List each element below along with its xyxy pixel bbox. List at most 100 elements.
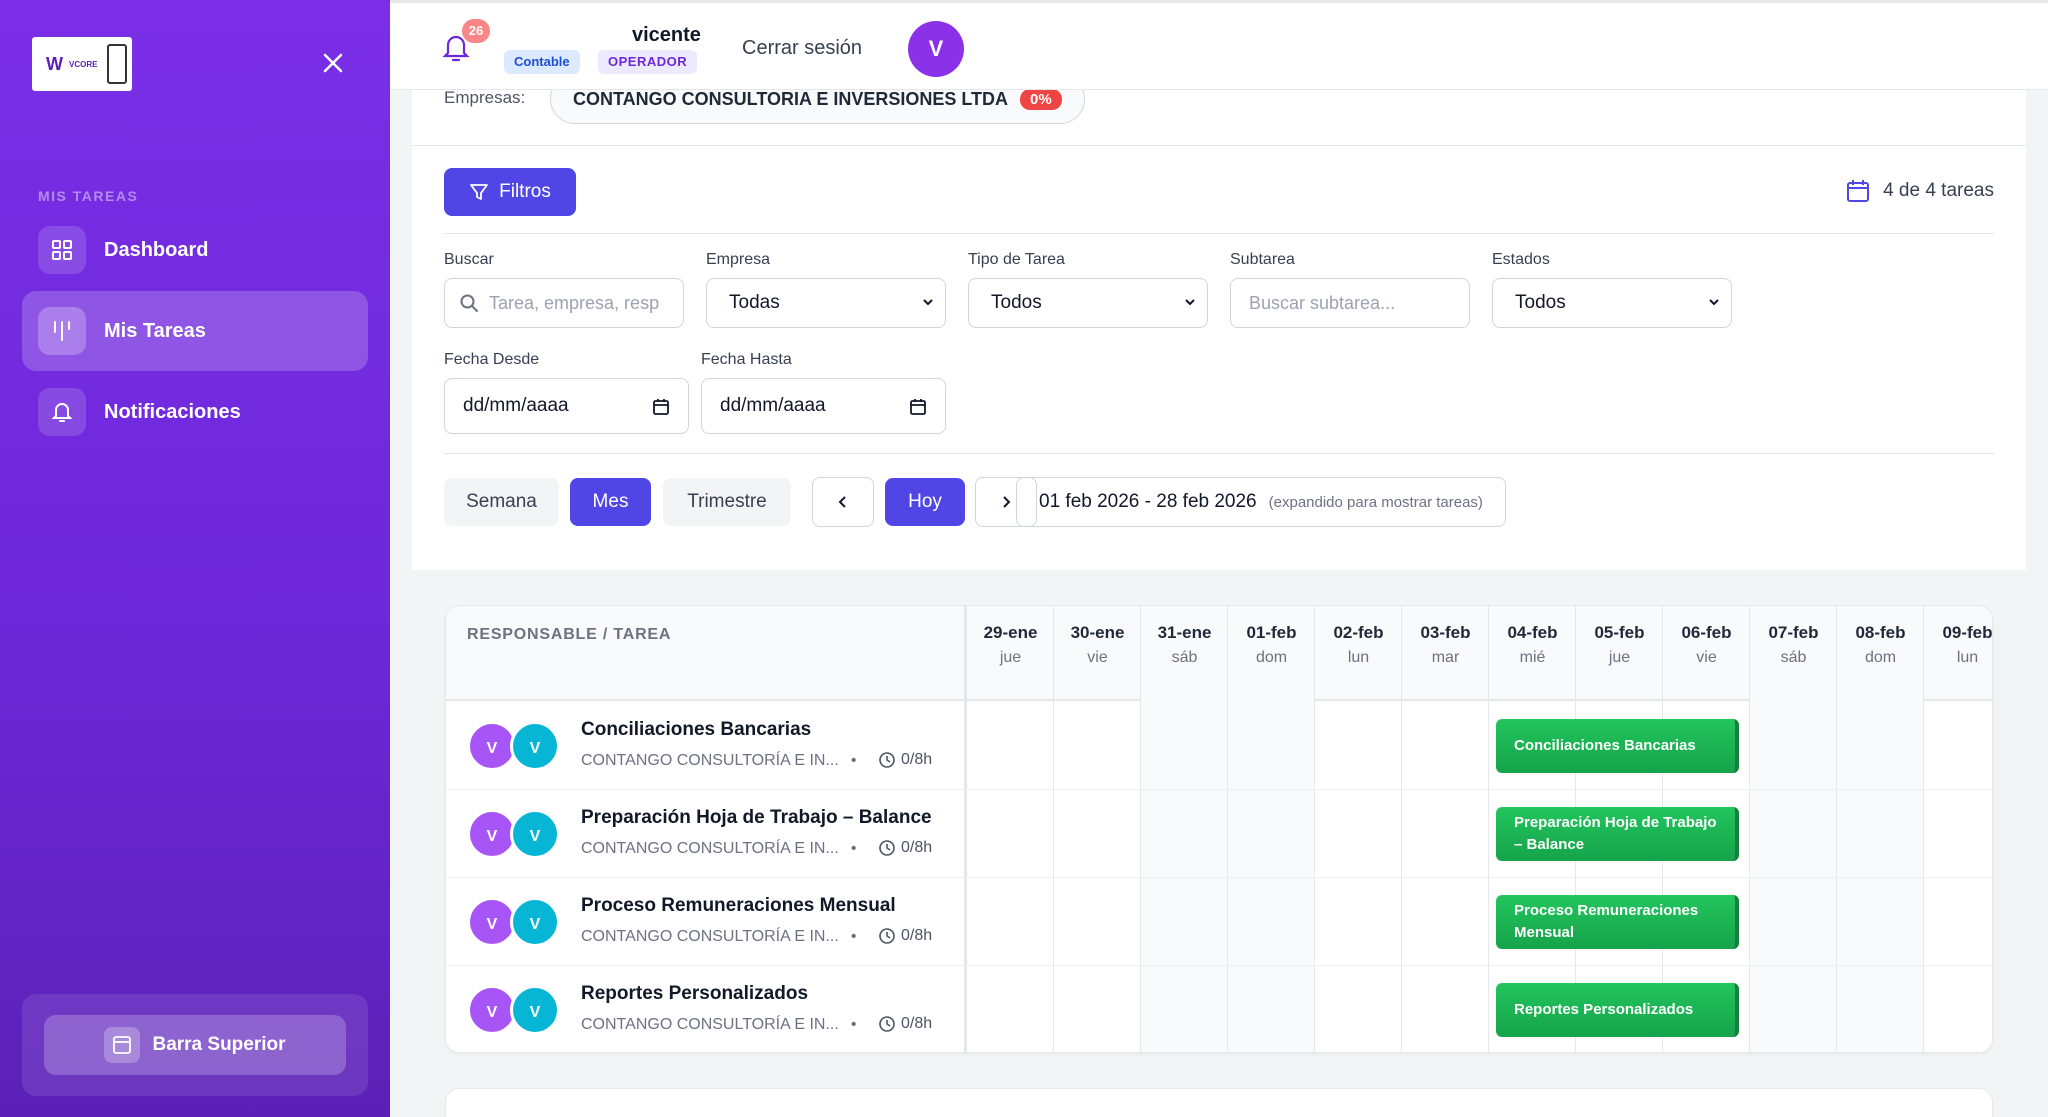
gantt-row[interactable]: V V Conciliaciones Bancarias CONTANGO CONSU… — [446, 702, 1992, 790]
task-company: CONTANGO CONSULTORÍA E IN... — [581, 752, 839, 769]
day-weekday: mar — [1431, 649, 1460, 666]
day-date: 05-feb — [1594, 623, 1645, 642]
estados-select[interactable]: Todos — [1492, 278, 1732, 328]
task-bar[interactable]: Preparación Hoja de Trabajo – Balance — [1496, 807, 1739, 861]
divider — [444, 233, 1994, 234]
calendar-icon[interactable] — [652, 398, 670, 416]
task-bar[interactable]: Proceso Remuneraciones Mensual — [1496, 895, 1739, 949]
today-button[interactable]: Hoy — [885, 478, 965, 526]
hours-value: 0/8h — [901, 751, 933, 768]
day-weekday: sáb — [1780, 649, 1807, 666]
date-range-display: 01 feb 2026 - 28 feb 2026 (expandido par… — [1016, 477, 1506, 527]
search-icon — [460, 294, 478, 312]
reviewer-avatar: V — [510, 721, 560, 771]
task-hours: 0/8h — [878, 1015, 932, 1033]
fecha-desde-input[interactable]: dd/mm/aaaa — [444, 378, 689, 434]
task-bar[interactable]: Reportes Personalizados — [1496, 983, 1739, 1037]
close-icon — [323, 53, 343, 73]
tab-semana[interactable]: Semana — [444, 478, 559, 526]
hours-value: 0/8h — [901, 839, 933, 856]
gantt-header-title: RESPONSABLE / TAREA — [467, 626, 672, 643]
subtarea-input[interactable]: Buscar subtarea... — [1230, 278, 1470, 328]
tipo-tarea-select[interactable]: Todos — [968, 278, 1208, 328]
logo-text: VCORE — [69, 59, 98, 69]
meta-separator: • — [850, 1016, 857, 1033]
sidebar-item-label: Notificaciones — [104, 400, 241, 423]
hours-value: 0/8h — [901, 927, 933, 944]
gantt-row[interactable]: V V Proceso Remuneraciones Mensual CONTANGO… — [446, 878, 1992, 966]
sidebar-item-mis-tareas[interactable]: Mis Tareas — [22, 291, 368, 371]
task-company: CONTANGO CONSULTORÍA E IN... — [581, 928, 839, 945]
day-header: 02-feb lun — [1315, 623, 1402, 667]
clock-icon — [879, 752, 895, 768]
day-header: 09-feb lun — [1924, 623, 1992, 667]
meta-separator: • — [850, 752, 857, 769]
day-weekday: mié — [1519, 649, 1546, 666]
gantt-row[interactable]: V V Preparación Hoja de Trabajo – Balance C… — [446, 790, 1992, 878]
tab-mes[interactable]: Mes — [570, 478, 651, 526]
task-name[interactable]: Reportes Personalizados — [581, 983, 808, 1005]
close-sidebar-button[interactable] — [318, 50, 348, 80]
day-weekday: lun — [1956, 649, 1979, 666]
logout-button[interactable]: Cerrar sesión — [742, 37, 862, 60]
day-date: 31-ene — [1157, 623, 1212, 642]
bell-icon — [38, 388, 86, 436]
divider — [444, 453, 1994, 454]
fecha-desde-label: Fecha Desde — [444, 351, 540, 368]
calendar-icon[interactable] — [909, 398, 927, 416]
estados-select-value: Todos — [1515, 292, 1566, 313]
top-bar: 26 vicente Contable OPERADOR Cerrar sesi… — [390, 0, 2048, 90]
day-weekday: jue — [1608, 649, 1631, 666]
task-hours: 0/8h — [878, 927, 932, 945]
day-header: 08-feb dom — [1837, 623, 1924, 667]
day-date: 02-feb — [1333, 623, 1384, 642]
subtarea-placeholder: Buscar subtarea... — [1249, 292, 1396, 313]
role-badge-contable: Contable — [504, 50, 580, 74]
tipo-tarea-select-value: Todos — [991, 292, 1042, 313]
sidebar-item-notificaciones[interactable]: Notificaciones — [22, 372, 368, 452]
barra-superior-label: Barra Superior — [152, 1034, 286, 1055]
day-weekday: vie — [1696, 649, 1717, 666]
dashboard-icon — [38, 226, 86, 274]
day-date: 01-feb — [1246, 623, 1297, 642]
task-name[interactable]: Conciliaciones Bancarias — [581, 719, 811, 741]
fecha-desde-value: dd/mm/aaaa — [463, 395, 569, 416]
gantt-row[interactable]: V V Reportes Personalizados CONTANGO CONSUL… — [446, 966, 1992, 1052]
barra-superior-button[interactable]: Barra Superior — [44, 1015, 346, 1075]
search-input[interactable]: Tarea, empresa, resp — [444, 278, 684, 328]
task-name[interactable]: Proceso Remuneraciones Mensual — [581, 895, 896, 917]
day-weekday: jue — [999, 649, 1022, 666]
day-weekday: vie — [1087, 649, 1108, 666]
fecha-hasta-input[interactable]: dd/mm/aaaa — [701, 378, 946, 434]
reviewer-avatar: V — [510, 985, 560, 1035]
task-bar[interactable]: Conciliaciones Bancarias — [1496, 719, 1739, 773]
progress-badge: 0% — [1020, 88, 1062, 110]
chevron-down-icon — [1185, 299, 1195, 306]
empresa-select[interactable]: Todas — [706, 278, 946, 328]
tab-trimestre[interactable]: Trimestre — [663, 478, 791, 526]
role-badge-operador: OPERADOR — [598, 50, 698, 74]
day-header: 01-feb dom — [1228, 623, 1315, 667]
prev-period-button[interactable] — [812, 477, 874, 527]
clock-icon — [879, 928, 895, 944]
filtros-label: Filtros — [499, 181, 551, 202]
notifications-badge: 26 — [462, 19, 490, 43]
filtros-button[interactable]: Filtros — [444, 168, 576, 216]
task-meta: CONTANGO CONSULTORÍA E IN... • — [581, 1016, 856, 1034]
sidebar-item-dashboard[interactable]: Dashboard — [22, 210, 368, 290]
sidebar-bottom-panel: Barra Superior — [22, 994, 368, 1096]
day-weekday: dom — [1255, 649, 1288, 666]
task-count: 4 de 4 tareas — [1845, 178, 1994, 204]
task-company: CONTANGO CONSULTORÍA E IN... — [581, 840, 839, 857]
task-name[interactable]: Preparación Hoja de Trabajo – Balance — [581, 807, 932, 829]
app-logo[interactable]: W VCORE — [32, 37, 132, 91]
day-weekday: lun — [1347, 649, 1370, 666]
hours-value: 0/8h — [901, 1015, 933, 1032]
user-avatar[interactable]: V — [908, 21, 964, 77]
task-meta: CONTANGO CONSULTORÍA E IN... • — [581, 840, 856, 858]
sidebar: W VCORE MIS TAREAS Dashboard Mis Tareas … — [0, 0, 390, 1117]
day-date: 29-ene — [983, 623, 1038, 642]
day-header: 29-ene jue — [967, 623, 1054, 667]
day-date: 04-feb — [1507, 623, 1558, 642]
reviewer-avatar: V — [510, 897, 560, 947]
